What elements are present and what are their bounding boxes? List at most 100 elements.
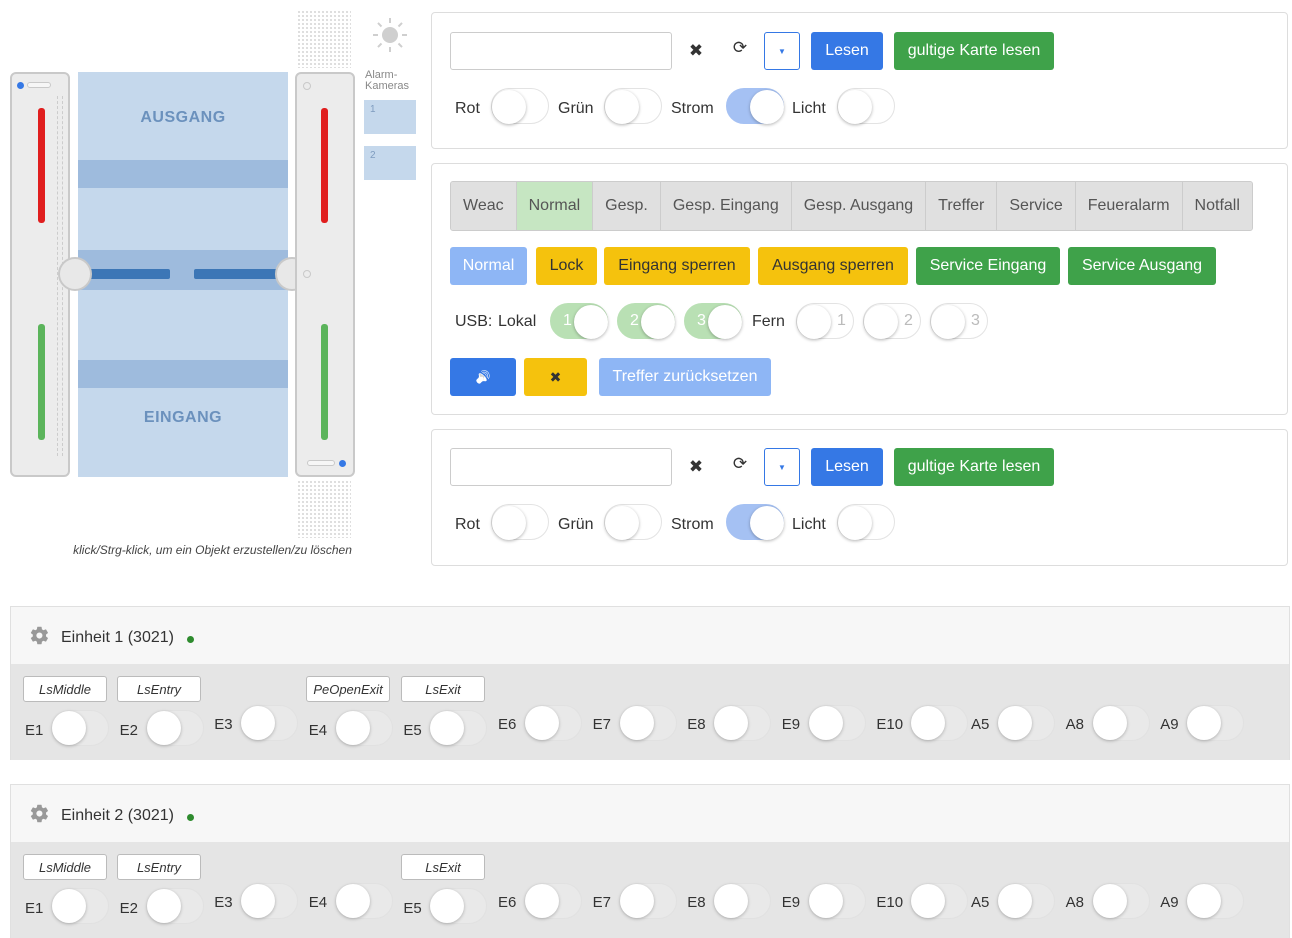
io-toggle[interactable] [429,710,488,746]
reset-hits-button[interactable]: Treffer zurücksetzen [599,358,771,396]
io-toggle[interactable] [145,710,204,746]
sun-icon[interactable] [373,18,407,52]
mode-normal-button[interactable]: Normal [450,247,527,285]
io-toggle[interactable] [618,705,677,741]
card-reader-panel-1: ✖ ⟳ ▼ Lesen gultige Karte lesen Rot Grün… [431,12,1288,149]
io-toggle[interactable] [240,883,299,919]
mode-lock-button[interactable]: Lock [536,247,597,285]
toggle-rot[interactable] [491,504,549,540]
usb-local-toggle-3[interactable]: 3 [684,303,742,339]
io-toggle[interactable] [713,883,772,919]
read-button[interactable]: Lesen [811,32,883,70]
mode-lock-exit-button[interactable]: Ausgang sperren [758,247,908,285]
dropdown-toggle-button[interactable]: ▼ [764,32,800,70]
refresh-icon[interactable]: ⟳ [728,38,752,58]
signal-tag-button[interactable]: LsExit [401,676,485,702]
usb-remote-toggle-1[interactable]: 1 [796,303,854,339]
mode-service-entry-button[interactable]: Service Eingang [916,247,1060,285]
tab-gesp-ausgang[interactable]: Gesp. Ausgang [791,182,927,230]
signal-tag-button[interactable]: LsExit [401,854,485,880]
read-valid-card-button[interactable]: gultige Karte lesen [894,448,1054,486]
camera-1[interactable]: 1 [364,100,416,134]
chevron-down-icon: ▼ [778,46,786,56]
mode-service-exit-button[interactable]: Service Ausgang [1068,247,1216,285]
usb-label: USB: [455,313,493,330]
signal-tag-button[interactable]: LsMiddle [23,854,107,880]
toggle-strom[interactable] [726,88,784,124]
io-toggle[interactable] [997,883,1055,919]
io-toggle[interactable] [1091,705,1150,741]
io-toggle[interactable] [334,883,393,919]
camera-2[interactable]: 2 [364,146,416,180]
io-toggle[interactable] [997,705,1055,741]
toggle-licht[interactable] [837,504,895,540]
signal-tag-button[interactable]: LsMiddle [23,676,107,702]
toggle-gruen[interactable] [604,88,662,124]
tab-normal[interactable]: Normal [516,182,594,230]
io-toggle[interactable] [429,888,488,924]
refresh-icon[interactable]: ⟳ [728,454,752,474]
usb-local-toggle-1[interactable]: 1 [550,303,608,339]
alarm-close-button[interactable]: ✖ [524,358,587,396]
sound-button[interactable]: 🔊 [450,358,516,396]
usb-remote-toggle-3[interactable]: 3 [930,303,988,339]
card-input-1[interactable] [450,32,672,70]
gate-corridor[interactable]: AUSGANG EINGANG [78,72,288,477]
io-toggle[interactable] [713,705,772,741]
usb-remote-toggle-2[interactable]: 2 [863,303,921,339]
gate-visualization[interactable]: Alarm- Kameras 1 2 AUSGANG EINGANG klick… [0,0,425,570]
signal-tag-button[interactable]: PeOpenExit [306,676,390,702]
io-toggle[interactable] [1091,883,1150,919]
post-right[interactable] [295,72,355,477]
dropdown-toggle-button[interactable]: ▼ [764,448,800,486]
io-toggle[interactable] [240,705,299,741]
tab-notfall[interactable]: Notfall [1182,182,1252,230]
tab-treffer[interactable]: Treffer [926,182,998,230]
card-reader-panel-2: ✖ ⟳ ▼ Lesen gultige Karte lesen Rot Grün… [431,429,1288,566]
tab-weac[interactable]: Weac [451,182,517,230]
io-toggle[interactable] [524,883,582,919]
toggle-label-strom: Strom [671,516,714,533]
toggle-label-strom: Strom [671,100,714,117]
toggle-label-gruen: Grün [558,516,594,533]
tab-gesp-eingang[interactable]: Gesp. Eingang [660,182,792,230]
read-button[interactable]: Lesen [811,448,883,486]
unit-title: Einheit 1 (3021) [61,629,174,646]
sensor-band-exit[interactable] [78,160,288,188]
tab-feueralarm[interactable]: Feueralarm [1075,182,1183,230]
sensor-band-entry[interactable] [78,360,288,388]
toggle-rot[interactable] [491,88,549,124]
signal-tag-button[interactable]: LsEntry [117,676,201,702]
unit-header[interactable]: Einheit 1 (3021) [11,607,1289,664]
io-toggle[interactable] [51,710,109,746]
toggle-strom[interactable] [726,504,784,540]
tab-gesp[interactable]: Gesp. [593,182,661,230]
io-label: E5 [403,722,422,739]
unit-header[interactable]: Einheit 2 (3021) [11,785,1289,842]
usb-local-toggle-2[interactable]: 2 [617,303,675,339]
io-label: A5 [971,716,990,733]
io-toggle[interactable] [910,705,969,741]
io-toggle[interactable] [145,888,204,924]
io-toggle[interactable] [618,883,677,919]
gear-icon[interactable] [29,625,50,646]
read-valid-card-button[interactable]: gultige Karte lesen [894,32,1054,70]
io-toggle[interactable] [524,705,582,741]
clear-icon[interactable]: ✖ [684,41,708,61]
io-toggle[interactable] [51,888,109,924]
tab-service[interactable]: Service [997,182,1076,230]
mode-tabs: Weac Normal Gesp. Gesp. Eingang Gesp. Au… [450,181,1253,231]
clear-icon[interactable]: ✖ [684,457,708,477]
io-toggle[interactable] [910,883,969,919]
io-toggle[interactable] [807,705,866,741]
io-toggle[interactable] [334,710,393,746]
mode-lock-entry-button[interactable]: Eingang sperren [604,247,750,285]
toggle-gruen[interactable] [604,504,662,540]
io-toggle[interactable] [807,883,866,919]
card-input-2[interactable] [450,448,672,486]
gear-icon[interactable] [29,803,50,824]
signal-tag-button[interactable]: LsEntry [117,854,201,880]
io-toggle[interactable] [1186,705,1245,741]
io-toggle[interactable] [1186,883,1245,919]
toggle-licht[interactable] [837,88,895,124]
